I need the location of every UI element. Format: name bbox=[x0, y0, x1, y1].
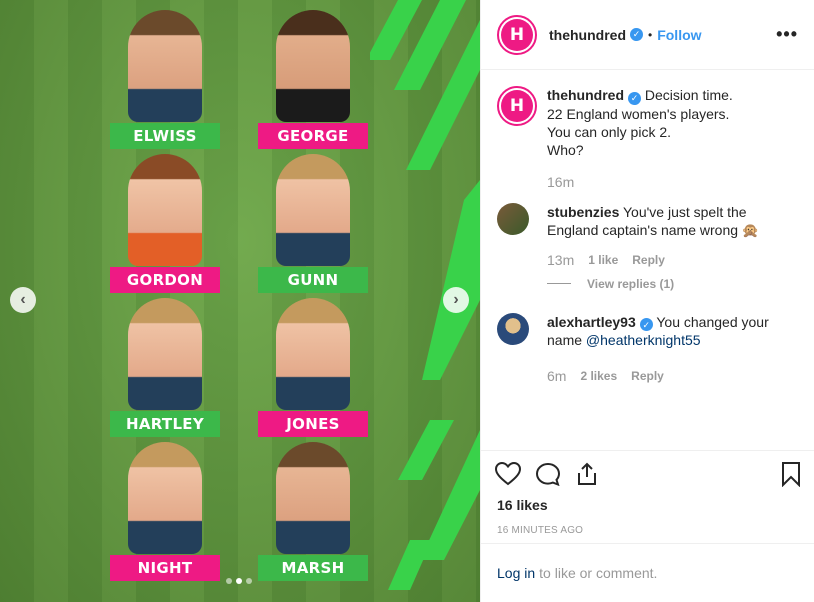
player-photo bbox=[128, 298, 202, 410]
player-card-jones: JONES bbox=[258, 292, 368, 437]
caption-username[interactable]: thehundred bbox=[547, 87, 624, 103]
comment-text: England captain's name wrong 🙊 bbox=[547, 221, 760, 238]
post-side-panel: H thehundred ✓ • Follow ••• H thehundred… bbox=[480, 0, 814, 602]
carousel-dot bbox=[246, 578, 252, 584]
caption-line: Decision time. bbox=[644, 87, 733, 103]
carousel-prev-button[interactable]: ‹ bbox=[10, 287, 36, 313]
verified-badge-icon: ✓ bbox=[630, 28, 643, 41]
comment-item: stubenzies You've just spelt the England… bbox=[497, 202, 798, 269]
login-prompt-text: to like or comment. bbox=[539, 565, 658, 581]
post-image[interactable]: ELWISS GEORGE GORDON GUNN HARTLEY JONES … bbox=[0, 0, 480, 602]
caption: H thehundred ✓ Decision time. 22 England … bbox=[497, 86, 798, 191]
player-card-hartley: HARTLEY bbox=[110, 292, 220, 437]
player-card-george: GEORGE bbox=[258, 4, 368, 149]
caption-line: Who? bbox=[547, 141, 584, 158]
comment-time[interactable]: 13m bbox=[547, 251, 574, 269]
player-nameplate: MARSH bbox=[258, 555, 368, 581]
login-link[interactable]: Log in bbox=[497, 565, 535, 581]
player-card-gordon: GORDON bbox=[110, 148, 220, 293]
reply-button[interactable]: Reply bbox=[631, 367, 664, 385]
comment-text: name bbox=[547, 332, 583, 348]
player-nameplate: GORDON bbox=[110, 267, 220, 293]
action-bar bbox=[481, 451, 814, 497]
follow-button[interactable]: Follow bbox=[657, 27, 701, 43]
player-photo bbox=[128, 154, 202, 266]
commenter-avatar[interactable] bbox=[497, 202, 529, 235]
player-nameplate: ELWISS bbox=[110, 123, 220, 149]
commenter-avatar[interactable] bbox=[497, 312, 529, 345]
verified-badge-icon: ✓ bbox=[628, 91, 641, 105]
caption-line: 22 England women's players. bbox=[547, 105, 730, 122]
comment-icon[interactable] bbox=[535, 462, 561, 486]
comments-list: H thehundred ✓ Decision time. 22 England … bbox=[481, 70, 814, 450]
comment-username[interactable]: alexhartley93 bbox=[547, 314, 636, 330]
post-timestamp[interactable]: 16 MINUTES AGO bbox=[481, 525, 814, 536]
player-nameplate: NIGHT bbox=[110, 555, 220, 581]
profile-avatar[interactable]: H bbox=[497, 14, 537, 55]
post-header: H thehundred ✓ • Follow ••• bbox=[481, 0, 814, 70]
comment-likes[interactable]: 1 like bbox=[588, 251, 618, 269]
reply-divider bbox=[547, 283, 571, 284]
bookmark-icon[interactable] bbox=[781, 461, 801, 487]
carousel-dot bbox=[226, 578, 232, 584]
share-icon[interactable] bbox=[575, 462, 599, 486]
player-photo bbox=[276, 10, 350, 122]
caption-time[interactable]: 16m bbox=[547, 173, 574, 191]
separator-dot: • bbox=[648, 27, 653, 42]
post-actions-area: 16 likes 16 MINUTES AGO bbox=[481, 450, 814, 536]
player-nameplate: HARTLEY bbox=[110, 411, 220, 437]
comment-username[interactable]: stubenzies bbox=[547, 204, 619, 220]
comment-time[interactable]: 6m bbox=[547, 367, 566, 385]
player-photo bbox=[128, 10, 202, 122]
view-replies-label: View replies (1) bbox=[587, 276, 675, 291]
hundred-logo-icon: H bbox=[501, 18, 533, 51]
view-replies-button[interactable]: View replies (1) bbox=[547, 277, 798, 291]
player-card-night: NIGHT bbox=[110, 436, 220, 581]
player-nameplate: JONES bbox=[258, 411, 368, 437]
player-card-gunn: GUNN bbox=[258, 148, 368, 293]
login-bar: Log in to like or comment. bbox=[481, 543, 814, 602]
comment-item: alexhartley93 ✓ You changed your name @he… bbox=[497, 312, 798, 386]
heart-icon[interactable] bbox=[495, 462, 521, 486]
carousel-next-button[interactable]: › bbox=[443, 287, 469, 313]
comment-likes[interactable]: 2 likes bbox=[580, 367, 617, 385]
header-username[interactable]: thehundred bbox=[549, 27, 626, 43]
player-card-elwiss: ELWISS bbox=[110, 4, 220, 149]
chevron-right-icon: › bbox=[453, 291, 459, 308]
player-photo bbox=[276, 442, 350, 554]
player-nameplate: GUNN bbox=[258, 267, 368, 293]
player-card-marsh: MARSH bbox=[258, 436, 368, 581]
comment-text: You've just spelt the bbox=[623, 203, 747, 220]
player-photo bbox=[128, 442, 202, 554]
more-options-icon[interactable]: ••• bbox=[776, 24, 798, 45]
carousel-dots bbox=[226, 578, 252, 584]
comment-text: You changed your bbox=[656, 313, 769, 330]
mention-link[interactable]: @heatherknight55 bbox=[586, 332, 701, 348]
likes-count[interactable]: 16 likes bbox=[481, 497, 814, 513]
reply-button[interactable]: Reply bbox=[632, 251, 665, 269]
hundred-logo-icon: H bbox=[501, 90, 533, 122]
carousel-dot-active bbox=[236, 578, 242, 584]
player-nameplate: GEORGE bbox=[258, 123, 368, 149]
caption-avatar[interactable]: H bbox=[497, 86, 537, 126]
verified-badge-icon: ✓ bbox=[639, 318, 653, 331]
chevron-left-icon: ‹ bbox=[20, 291, 26, 308]
caption-line: You can only pick 2. bbox=[547, 123, 672, 140]
player-photo bbox=[276, 154, 350, 266]
player-photo bbox=[276, 298, 350, 410]
